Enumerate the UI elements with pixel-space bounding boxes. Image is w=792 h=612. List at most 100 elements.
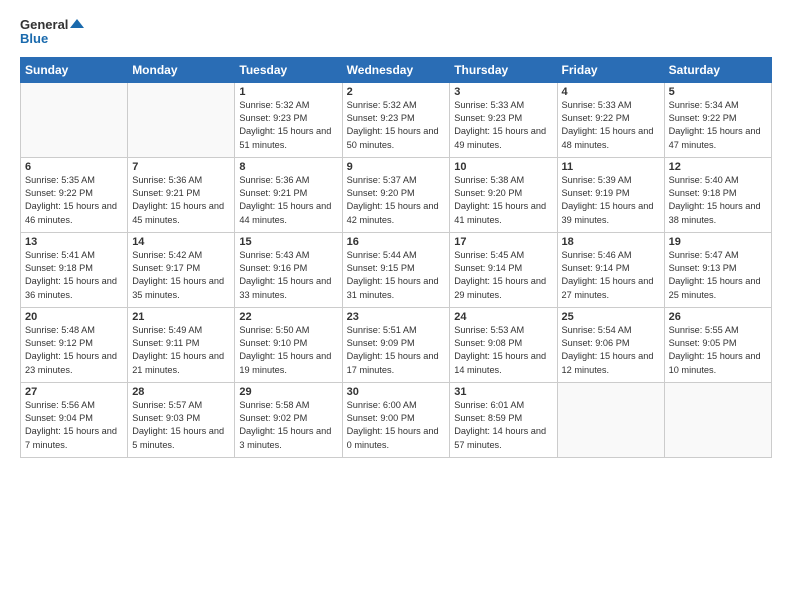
day-header-tuesday: Tuesday <box>235 57 342 82</box>
day-number: 8 <box>239 161 337 173</box>
calendar-cell: 10Sunrise: 5:38 AMSunset: 9:20 PMDayligh… <box>450 157 557 232</box>
day-info: Sunrise: 5:33 AMSunset: 9:22 PMDaylight:… <box>562 99 660 152</box>
calendar-cell: 15Sunrise: 5:43 AMSunset: 9:16 PMDayligh… <box>235 232 342 307</box>
logo: General Blue <box>20 18 84 47</box>
day-header-friday: Friday <box>557 57 664 82</box>
day-number: 22 <box>239 311 337 323</box>
calendar-cell: 13Sunrise: 5:41 AMSunset: 9:18 PMDayligh… <box>21 232 128 307</box>
calendar-cell: 17Sunrise: 5:45 AMSunset: 9:14 PMDayligh… <box>450 232 557 307</box>
logo-text: General Blue <box>20 18 84 47</box>
day-number: 13 <box>25 236 123 248</box>
week-row-5: 27Sunrise: 5:56 AMSunset: 9:04 PMDayligh… <box>21 382 772 457</box>
day-info: Sunrise: 5:55 AMSunset: 9:05 PMDaylight:… <box>669 324 767 377</box>
day-info: Sunrise: 5:38 AMSunset: 9:20 PMDaylight:… <box>454 174 552 227</box>
day-number: 10 <box>454 161 552 173</box>
day-number: 18 <box>562 236 660 248</box>
calendar-cell: 25Sunrise: 5:54 AMSunset: 9:06 PMDayligh… <box>557 307 664 382</box>
day-info: Sunrise: 5:50 AMSunset: 9:10 PMDaylight:… <box>239 324 337 377</box>
calendar-cell: 1Sunrise: 5:32 AMSunset: 9:23 PMDaylight… <box>235 82 342 157</box>
day-info: Sunrise: 5:49 AMSunset: 9:11 PMDaylight:… <box>132 324 230 377</box>
day-number: 26 <box>669 311 767 323</box>
day-number: 24 <box>454 311 552 323</box>
week-row-2: 6Sunrise: 5:35 AMSunset: 9:22 PMDaylight… <box>21 157 772 232</box>
day-number: 12 <box>669 161 767 173</box>
day-info: Sunrise: 5:46 AMSunset: 9:14 PMDaylight:… <box>562 249 660 302</box>
day-info: Sunrise: 5:47 AMSunset: 9:13 PMDaylight:… <box>669 249 767 302</box>
day-number: 28 <box>132 386 230 398</box>
day-number: 27 <box>25 386 123 398</box>
calendar-cell <box>557 382 664 457</box>
calendar-cell: 24Sunrise: 5:53 AMSunset: 9:08 PMDayligh… <box>450 307 557 382</box>
day-info: Sunrise: 5:44 AMSunset: 9:15 PMDaylight:… <box>347 249 446 302</box>
calendar-cell: 16Sunrise: 5:44 AMSunset: 9:15 PMDayligh… <box>342 232 450 307</box>
week-row-3: 13Sunrise: 5:41 AMSunset: 9:18 PMDayligh… <box>21 232 772 307</box>
day-info: Sunrise: 5:43 AMSunset: 9:16 PMDaylight:… <box>239 249 337 302</box>
calendar-cell <box>21 82 128 157</box>
day-info: Sunrise: 5:37 AMSunset: 9:20 PMDaylight:… <box>347 174 446 227</box>
day-info: Sunrise: 5:53 AMSunset: 9:08 PMDaylight:… <box>454 324 552 377</box>
page: General Blue SundayMondayTuesdayWednesda… <box>0 0 792 612</box>
day-info: Sunrise: 5:41 AMSunset: 9:18 PMDaylight:… <box>25 249 123 302</box>
day-info: Sunrise: 5:56 AMSunset: 9:04 PMDaylight:… <box>25 399 123 452</box>
calendar-cell: 30Sunrise: 6:00 AMSunset: 9:00 PMDayligh… <box>342 382 450 457</box>
day-info: Sunrise: 5:34 AMSunset: 9:22 PMDaylight:… <box>669 99 767 152</box>
day-info: Sunrise: 6:00 AMSunset: 9:00 PMDaylight:… <box>347 399 446 452</box>
calendar-cell <box>664 382 771 457</box>
day-header-saturday: Saturday <box>664 57 771 82</box>
calendar-cell: 2Sunrise: 5:32 AMSunset: 9:23 PMDaylight… <box>342 82 450 157</box>
day-info: Sunrise: 5:45 AMSunset: 9:14 PMDaylight:… <box>454 249 552 302</box>
day-number: 15 <box>239 236 337 248</box>
calendar-cell: 31Sunrise: 6:01 AMSunset: 8:59 PMDayligh… <box>450 382 557 457</box>
day-number: 30 <box>347 386 446 398</box>
calendar-cell: 27Sunrise: 5:56 AMSunset: 9:04 PMDayligh… <box>21 382 128 457</box>
day-number: 31 <box>454 386 552 398</box>
day-info: Sunrise: 5:40 AMSunset: 9:18 PMDaylight:… <box>669 174 767 227</box>
day-info: Sunrise: 5:32 AMSunset: 9:23 PMDaylight:… <box>239 99 337 152</box>
day-number: 19 <box>669 236 767 248</box>
day-info: Sunrise: 5:36 AMSunset: 9:21 PMDaylight:… <box>239 174 337 227</box>
calendar-cell: 20Sunrise: 5:48 AMSunset: 9:12 PMDayligh… <box>21 307 128 382</box>
calendar-cell: 21Sunrise: 5:49 AMSunset: 9:11 PMDayligh… <box>128 307 235 382</box>
calendar-cell: 23Sunrise: 5:51 AMSunset: 9:09 PMDayligh… <box>342 307 450 382</box>
day-number: 4 <box>562 86 660 98</box>
day-number: 17 <box>454 236 552 248</box>
day-number: 2 <box>347 86 446 98</box>
day-header-sunday: Sunday <box>21 57 128 82</box>
day-info: Sunrise: 5:35 AMSunset: 9:22 PMDaylight:… <box>25 174 123 227</box>
day-info: Sunrise: 5:51 AMSunset: 9:09 PMDaylight:… <box>347 324 446 377</box>
day-info: Sunrise: 5:58 AMSunset: 9:02 PMDaylight:… <box>239 399 337 452</box>
days-header-row: SundayMondayTuesdayWednesdayThursdayFrid… <box>21 57 772 82</box>
day-info: Sunrise: 5:48 AMSunset: 9:12 PMDaylight:… <box>25 324 123 377</box>
calendar-cell: 29Sunrise: 5:58 AMSunset: 9:02 PMDayligh… <box>235 382 342 457</box>
week-row-1: 1Sunrise: 5:32 AMSunset: 9:23 PMDaylight… <box>21 82 772 157</box>
day-info: Sunrise: 5:36 AMSunset: 9:21 PMDaylight:… <box>132 174 230 227</box>
day-info: Sunrise: 5:54 AMSunset: 9:06 PMDaylight:… <box>562 324 660 377</box>
day-number: 29 <box>239 386 337 398</box>
day-number: 20 <box>25 311 123 323</box>
header: General Blue <box>20 18 772 47</box>
logo-blue: Blue <box>20 32 84 46</box>
day-number: 11 <box>562 161 660 173</box>
day-number: 6 <box>25 161 123 173</box>
calendar-cell: 4Sunrise: 5:33 AMSunset: 9:22 PMDaylight… <box>557 82 664 157</box>
calendar-cell: 11Sunrise: 5:39 AMSunset: 9:19 PMDayligh… <box>557 157 664 232</box>
day-number: 1 <box>239 86 337 98</box>
day-header-wednesday: Wednesday <box>342 57 450 82</box>
day-number: 5 <box>669 86 767 98</box>
calendar-cell: 6Sunrise: 5:35 AMSunset: 9:22 PMDaylight… <box>21 157 128 232</box>
calendar-cell: 7Sunrise: 5:36 AMSunset: 9:21 PMDaylight… <box>128 157 235 232</box>
calendar-cell: 28Sunrise: 5:57 AMSunset: 9:03 PMDayligh… <box>128 382 235 457</box>
calendar-cell: 8Sunrise: 5:36 AMSunset: 9:21 PMDaylight… <box>235 157 342 232</box>
day-info: Sunrise: 5:42 AMSunset: 9:17 PMDaylight:… <box>132 249 230 302</box>
logo-general: General <box>20 18 84 32</box>
day-number: 3 <box>454 86 552 98</box>
calendar-cell <box>128 82 235 157</box>
day-number: 9 <box>347 161 446 173</box>
day-info: Sunrise: 6:01 AMSunset: 8:59 PMDaylight:… <box>454 399 552 452</box>
day-info: Sunrise: 5:32 AMSunset: 9:23 PMDaylight:… <box>347 99 446 152</box>
day-number: 16 <box>347 236 446 248</box>
calendar-cell: 19Sunrise: 5:47 AMSunset: 9:13 PMDayligh… <box>664 232 771 307</box>
calendar-cell: 12Sunrise: 5:40 AMSunset: 9:18 PMDayligh… <box>664 157 771 232</box>
calendar-cell: 3Sunrise: 5:33 AMSunset: 9:23 PMDaylight… <box>450 82 557 157</box>
day-number: 21 <box>132 311 230 323</box>
